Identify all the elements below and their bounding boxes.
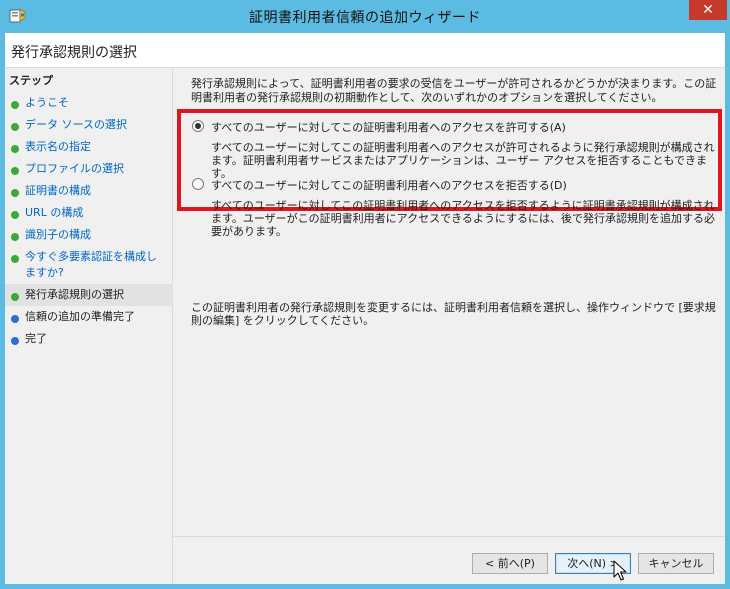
step-complete-bullet-icon bbox=[11, 167, 19, 175]
deny-all-label[interactable]: すべてのユーザーに対してこの証明書利用者へのアクセスを拒否する(D) bbox=[211, 177, 567, 193]
step-complete-bullet-icon bbox=[11, 145, 19, 153]
permit-all-radio[interactable] bbox=[192, 120, 204, 132]
step-configure-identifiers[interactable]: 識別子の構成 bbox=[5, 224, 173, 246]
deny-all-radio[interactable] bbox=[192, 178, 204, 190]
page-title: 発行承認規則の選択 bbox=[11, 45, 137, 61]
step-configure-mfa[interactable]: 今すぐ多要素認証を構成しますか? bbox=[5, 246, 173, 284]
wizard-client-area: 発行承認規則の選択 ステップ ようこそ データ ソースの選択 表示名の指定 プロ… bbox=[5, 33, 725, 584]
step-specify-display-name[interactable]: 表示名の指定 bbox=[5, 136, 173, 158]
steps-sidebar: ステップ ようこそ データ ソースの選択 表示名の指定 プロファイルの選択 証明… bbox=[5, 68, 173, 584]
close-icon: ✕ bbox=[702, 2, 714, 18]
button-bar: < 前へ(P) 次へ(N) > キャンセル bbox=[173, 536, 725, 584]
step-ready-to-add-trust: 信頼の追加の準備完了 bbox=[5, 306, 173, 328]
step-label: ようこそ bbox=[25, 96, 69, 109]
wizard-window: 証明書利用者信頼の追加ウィザード ✕ 発行承認規則の選択 ステップ ようこそ デ… bbox=[0, 0, 730, 589]
step-welcome[interactable]: ようこそ bbox=[5, 92, 173, 114]
step-choose-issuance-rules: 発行承認規則の選択 bbox=[5, 284, 173, 306]
back-button[interactable]: < 前へ(P) bbox=[472, 553, 548, 574]
step-label: 完了 bbox=[25, 332, 47, 345]
step-finish: 完了 bbox=[5, 328, 173, 350]
step-label: 識別子の構成 bbox=[25, 228, 91, 241]
step-complete-bullet-icon bbox=[11, 233, 19, 241]
permit-all-label[interactable]: すべてのユーザーに対してこの証明書利用者へのアクセスを許可する(A) bbox=[211, 119, 566, 135]
cancel-button[interactable]: キャンセル bbox=[638, 553, 714, 574]
step-label: データ ソースの選択 bbox=[25, 118, 127, 131]
steps-list: ようこそ データ ソースの選択 表示名の指定 プロファイルの選択 証明書の構成 … bbox=[5, 92, 173, 350]
step-complete-bullet-icon bbox=[11, 189, 19, 197]
mouse-pointer-icon bbox=[613, 560, 627, 581]
step-label: 今すぐ多要素認証を構成しますか? bbox=[25, 250, 157, 279]
step-choose-profile[interactable]: プロファイルの選択 bbox=[5, 158, 173, 180]
step-label: 信頼の追加の準備完了 bbox=[25, 310, 135, 323]
step-label: 表示名の指定 bbox=[25, 140, 91, 153]
step-label: 証明書の構成 bbox=[25, 184, 91, 197]
main-panel: 発行承認規則によって、証明書利用者の要求の受信をユーザーが許可されるかどうかが決… bbox=[177, 68, 725, 584]
step-configure-url[interactable]: URL の構成 bbox=[5, 202, 173, 224]
step-complete-bullet-icon bbox=[11, 255, 19, 263]
step-complete-bullet-icon bbox=[11, 101, 19, 109]
page-header: 発行承認規則の選択 bbox=[5, 33, 725, 68]
step-pending-bullet-icon bbox=[11, 337, 19, 345]
step-configure-certificate[interactable]: 証明書の構成 bbox=[5, 180, 173, 202]
footer-note: この証明書利用者の発行承認規則を変更するには、証明書利用者信頼を選択し、操作ウィ… bbox=[191, 301, 716, 327]
step-pending-bullet-icon bbox=[11, 315, 19, 323]
intro-text: 発行承認規則によって、証明書利用者の要求の受信をユーザーが許可されるかどうかが決… bbox=[191, 77, 717, 104]
deny-all-description: すべてのユーザーに対してこの証明書利用者へのアクセスを拒否するように証明書承認規… bbox=[211, 199, 716, 238]
step-select-data-source[interactable]: データ ソースの選択 bbox=[5, 114, 173, 136]
content-area: ステップ ようこそ データ ソースの選択 表示名の指定 プロファイルの選択 証明… bbox=[5, 68, 725, 584]
close-button[interactable]: ✕ bbox=[689, 0, 727, 20]
step-complete-bullet-icon bbox=[11, 123, 19, 131]
step-label: プロファイルの選択 bbox=[25, 162, 124, 175]
step-label: URL の構成 bbox=[25, 206, 84, 219]
window-title: 証明書利用者信頼の追加ウィザード bbox=[249, 10, 481, 26]
step-complete-bullet-icon bbox=[11, 211, 19, 219]
permit-all-description: すべてのユーザーに対してこの証明書利用者へのアクセスが許可されるように発行承認規… bbox=[211, 141, 715, 180]
steps-heading: ステップ bbox=[9, 74, 53, 87]
title-bar[interactable]: 証明書利用者信頼の追加ウィザード ✕ bbox=[0, 0, 730, 33]
step-current-bullet-icon bbox=[11, 293, 19, 301]
step-label: 発行承認規則の選択 bbox=[25, 288, 124, 301]
